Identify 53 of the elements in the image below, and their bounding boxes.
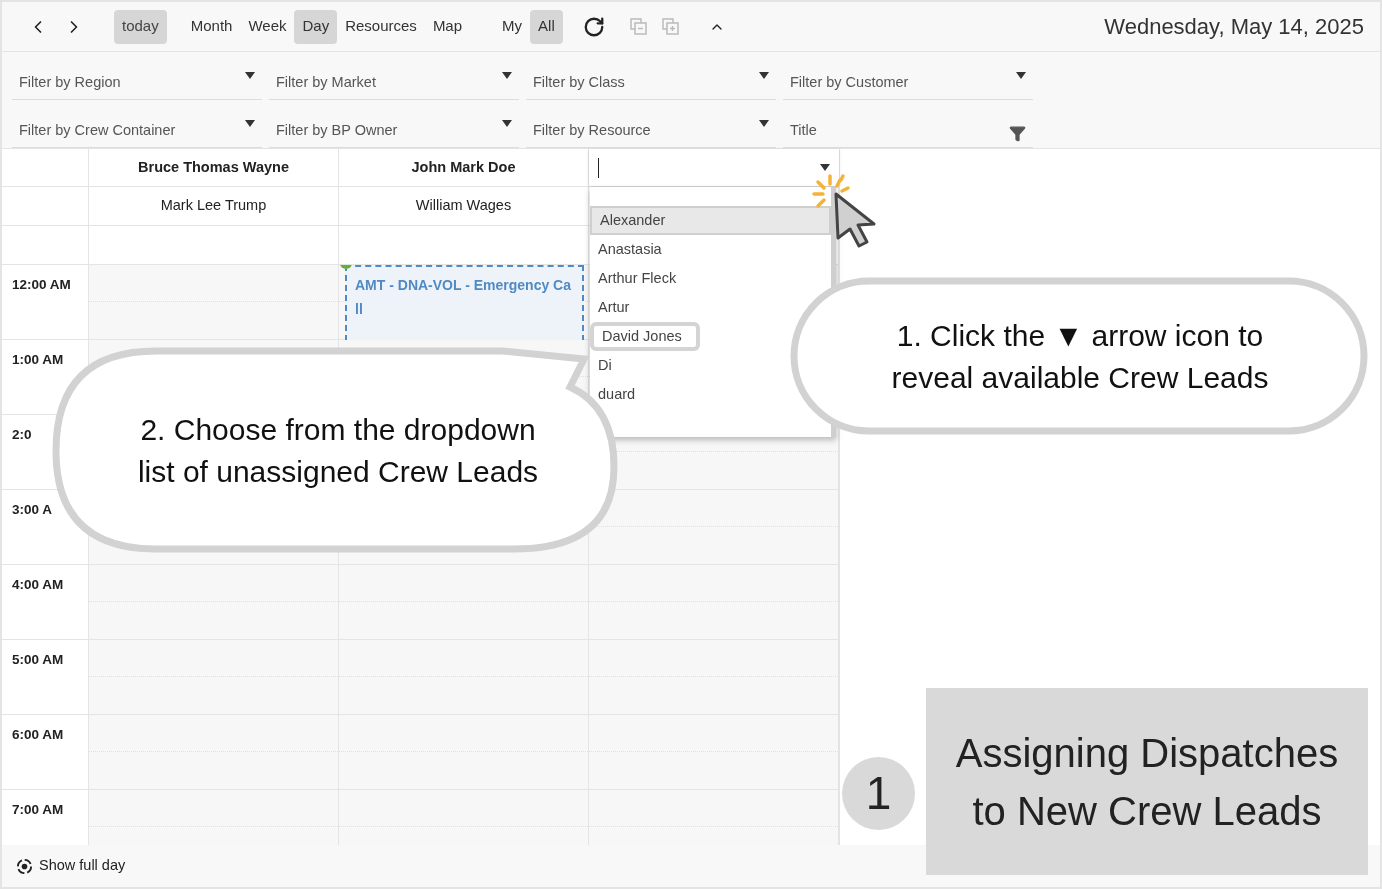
title-filter-field[interactable]: Title bbox=[783, 108, 1033, 148]
text-cursor bbox=[598, 157, 599, 178]
crew-lead-option[interactable]: Arthur Fleck bbox=[590, 264, 685, 293]
callout-text: 2. Choose from the dropdown list of unassigned Crew Leads bbox=[136, 412, 540, 490]
caret-icon bbox=[245, 120, 255, 127]
crew-lead-name: Mark Lee Trump bbox=[160, 196, 267, 216]
view-tab[interactable]: Day bbox=[294, 9, 338, 44]
filter-dropdown[interactable]: Filter by Region bbox=[12, 60, 262, 100]
time-label: 2:0 bbox=[12, 426, 32, 444]
callout-text: 1. Click the ▼ arrow icon to reveal available Crew Leads bbox=[890, 318, 1270, 396]
caret-icon bbox=[1016, 72, 1026, 79]
crew-lead-name: William Wages bbox=[415, 196, 512, 216]
filter-dropdown[interactable]: Filter by Crew Container bbox=[12, 108, 262, 148]
filter-dropdown[interactable]: Filter by Customer bbox=[783, 60, 1033, 100]
time-label: 7:00 AM bbox=[12, 801, 64, 819]
filter-dropdown[interactable]: Filter by Class bbox=[526, 60, 776, 100]
resource-name: Bruce Thomas Wayne bbox=[138, 157, 289, 177]
current-date: Wednesday, May 14, 2025 bbox=[1104, 13, 1364, 41]
crew-lead-option[interactable]: duard bbox=[590, 380, 644, 409]
dropdown-arrow-icon bbox=[820, 164, 830, 171]
event-title: AMT - DNA-VOL - Emergency Call bbox=[355, 277, 571, 317]
crew-lead-option[interactable]: David Jones bbox=[590, 322, 700, 351]
time-label: 3:00 A bbox=[12, 501, 53, 519]
crew-lead-option[interactable]: Artur bbox=[590, 293, 638, 322]
today-button[interactable]: today bbox=[114, 9, 167, 44]
filter-dropdown[interactable]: Filter by Resource bbox=[526, 108, 776, 148]
view-tab[interactable]: My bbox=[494, 9, 531, 44]
time-label: 5:00 AM bbox=[12, 651, 64, 669]
title-card-text: Assigning Dispatches to New Crew Leads bbox=[954, 729, 1340, 835]
crew-lead-option[interactable]: Alexander bbox=[590, 206, 831, 235]
show-full-day-button[interactable]: Show full day bbox=[39, 855, 126, 877]
view-tab[interactable]: All bbox=[530, 9, 563, 44]
caret-icon bbox=[759, 120, 769, 127]
caret-icon bbox=[502, 120, 512, 127]
time-label: 6:00 AM bbox=[12, 726, 64, 744]
caret-icon bbox=[245, 72, 255, 79]
caret-icon bbox=[502, 72, 512, 79]
crew-lead-option[interactable]: Anastasia bbox=[590, 235, 670, 264]
crew-lead-option[interactable]: Di bbox=[590, 351, 620, 380]
view-tab[interactable]: Resources bbox=[337, 9, 425, 44]
filter-icon[interactable] bbox=[1009, 125, 1026, 142]
resource-name: John Mark Doe bbox=[411, 157, 516, 177]
refresh-icon[interactable] bbox=[582, 15, 605, 38]
caret-icon bbox=[759, 72, 769, 79]
time-label: 4:00 AM bbox=[12, 576, 64, 594]
view-tab[interactable]: Week bbox=[240, 9, 295, 44]
filter-dropdown[interactable]: Filter by Market bbox=[269, 60, 519, 100]
time-label: 1:00 AM bbox=[12, 351, 64, 369]
view-tab[interactable]: Map bbox=[424, 9, 471, 44]
filter-dropdown[interactable]: Filter by BP Owner bbox=[269, 108, 519, 148]
view-tab[interactable]: Month bbox=[182, 9, 241, 44]
time-label: 12:00 AM bbox=[12, 276, 71, 294]
full-day-icon[interactable] bbox=[16, 857, 33, 875]
